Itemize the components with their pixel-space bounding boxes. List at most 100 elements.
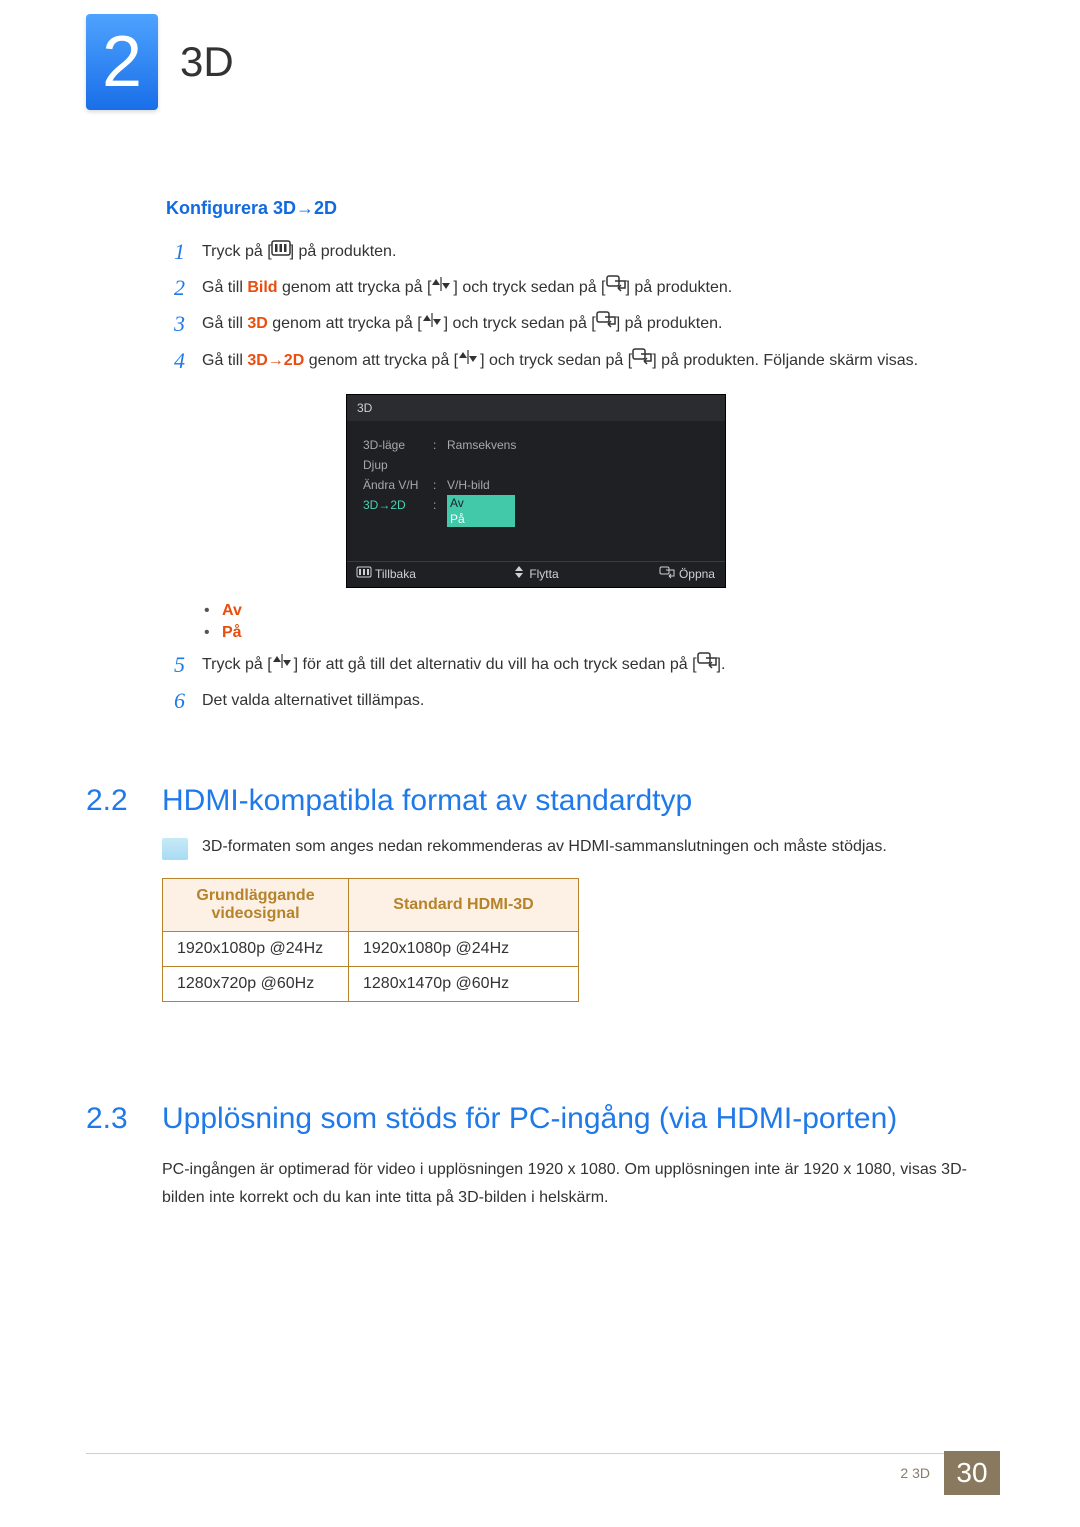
text: ] och tryck sedan på [	[480, 352, 632, 369]
osd-label: Djup	[363, 455, 433, 475]
step-5: 5 Tryck på [ ] för att gå till det altern…	[174, 652, 986, 678]
bold-text: Bild	[247, 279, 277, 296]
osd-footer-open: Öppna	[596, 567, 715, 582]
step-number: 2	[174, 275, 202, 301]
step-body: Gå till Bild genom att trycka på [ ] och …	[202, 275, 732, 301]
text: ] på produkten.	[290, 243, 397, 260]
bullet-item: •På	[204, 624, 986, 642]
table-header: Grundläggande videosignal	[163, 879, 349, 932]
osd-row: 3D→2D: Av På	[363, 495, 709, 527]
osd-body: 3D-läge:Ramsekvens Djup Ändra V/H:V/H-bi…	[347, 421, 725, 561]
text: Tryck på [	[202, 656, 272, 673]
text: ] och tryck sedan på [	[453, 279, 605, 296]
bullet-dot: •	[204, 602, 222, 620]
enter-icon	[632, 347, 652, 373]
osd-title: 3D	[347, 395, 725, 421]
text: Tryck på [	[202, 243, 272, 260]
section-number: 2.2	[86, 784, 162, 818]
up-down-arrows-icon	[431, 274, 453, 300]
text: ].	[717, 656, 726, 673]
osd-value: Ramsekvens	[447, 435, 516, 455]
osd-footer-move: Flytta	[476, 567, 595, 582]
osd-row: Ändra V/H:V/H-bild	[363, 475, 709, 495]
table-cell: 1280x720p @60Hz	[163, 967, 349, 1002]
enter-icon	[697, 651, 717, 677]
step-6: 6 Det valda alternativet tillämpas.	[174, 688, 986, 714]
text: Gå till	[202, 352, 247, 369]
text: ] på produkten.	[626, 279, 733, 296]
bold-text: 3D→2D	[247, 352, 304, 369]
chapter-header: 2 3D	[86, 14, 234, 110]
subheading: Konfigurera 3D→2D	[166, 198, 986, 219]
text: genom att trycka på [	[278, 279, 432, 296]
up-down-arrows-icon	[422, 310, 444, 336]
text: ] på produkten. Följande skärm visas.	[652, 352, 918, 369]
page-number: 30	[944, 1451, 1000, 1495]
table-cell: 1920x1080p @24Hz	[349, 932, 579, 967]
osd-screenshot: 3D 3D-läge:Ramsekvens Djup Ändra V/H:V/H…	[346, 394, 726, 588]
up-down-arrows-icon	[272, 651, 294, 677]
step-2: 2 Gå till Bild genom att trycka på [ ] oc…	[174, 275, 986, 301]
osd-label: Ändra V/H	[363, 475, 433, 495]
section-heading-2-2: 2.2 HDMI-kompatibla format av standardty…	[86, 784, 986, 818]
section-title: Upplösning som stöds för PC-ingång (via …	[162, 1102, 897, 1136]
step-number: 4	[174, 348, 202, 374]
step-body: Tryck på [ ] på produkten.	[202, 239, 396, 265]
up-down-arrows-icon	[458, 347, 480, 373]
table-cell: 1920x1080p @24Hz	[163, 932, 349, 967]
step-3: 3 Gå till 3D genom att trycka på [ ] och …	[174, 311, 986, 337]
bullet-label: På	[222, 624, 242, 642]
page: 2 3D Konfigurera 3D→2D 1 Tryck på [] på …	[0, 0, 1080, 1527]
bullet-label: Av	[222, 602, 242, 620]
text: ] för att gå till det alternativ du vill…	[294, 656, 697, 673]
updown-icon	[513, 566, 525, 581]
osd-footer: Tillbaka Flytta Öppna	[347, 561, 725, 587]
menu-icon	[272, 238, 290, 264]
osd-option-selected: Av	[447, 495, 515, 511]
step-body: Tryck på [ ] för att gå till det alternat…	[202, 652, 725, 678]
text: ] på produkten.	[616, 316, 723, 333]
osd-footer-back: Tillbaka	[357, 567, 476, 582]
hdmi-format-table: Grundläggande videosignal Standard HDMI-…	[162, 878, 579, 1002]
bold-text: 3D	[247, 316, 267, 333]
section-title: HDMI-kompatibla format av standardtyp	[162, 784, 692, 818]
enter-icon	[659, 566, 675, 581]
text: genom att trycka på [	[268, 316, 422, 333]
enter-icon	[596, 310, 616, 336]
text: Gå till	[202, 279, 247, 296]
text: ] och tryck sedan på [	[444, 316, 596, 333]
step-4: 4 Gå till 3D→2D genom att trycka på [ ] o…	[174, 348, 986, 374]
text: Det valda alternativet tillämpas.	[202, 692, 424, 709]
section-heading-2-3: 2.3 Upplösning som stöds för PC-ingång (…	[86, 1102, 986, 1136]
osd-option: På	[447, 511, 515, 527]
chapter-number-badge: 2	[86, 14, 158, 110]
step-number: 3	[174, 311, 202, 337]
step-body: Det valda alternativet tillämpas.	[202, 688, 424, 714]
osd-label-active: 3D→2D	[363, 495, 433, 527]
note-block: 3D-formaten som anges nedan rekommendera…	[162, 838, 986, 860]
note-icon	[162, 838, 188, 860]
osd-label: 3D-läge	[363, 435, 433, 455]
chapter-title: 3D	[180, 38, 234, 86]
page-content: Konfigurera 3D→2D 1 Tryck på [] på produ…	[86, 180, 986, 1230]
footer-divider	[86, 1453, 960, 1454]
page-footer: 2 3D 30	[86, 1453, 1080, 1503]
text: Gå till	[202, 316, 247, 333]
footer-section-label: 2 3D	[900, 1465, 930, 1481]
table-row: 1920x1080p @24Hz 1920x1080p @24Hz	[163, 932, 579, 967]
osd-options: Av På	[447, 495, 515, 527]
paragraph: PC-ingången är optimerad för video i upp…	[162, 1156, 986, 1212]
step-body: Gå till 3D genom att trycka på [ ] och tr…	[202, 311, 722, 337]
enter-icon	[606, 274, 626, 300]
bullet-dot: •	[204, 624, 222, 642]
osd-row: Djup	[363, 455, 709, 475]
text: genom att trycka på [	[304, 352, 458, 369]
note-text: 3D-formaten som anges nedan rekommendera…	[202, 838, 887, 856]
menu-icon	[357, 566, 371, 580]
table-header: Standard HDMI-3D	[349, 879, 579, 932]
bullet-item: •Av	[204, 602, 986, 620]
step-number: 5	[174, 652, 202, 678]
table-cell: 1280x1470p @60Hz	[349, 967, 579, 1002]
osd-row: 3D-läge:Ramsekvens	[363, 435, 709, 455]
table-row: 1280x720p @60Hz 1280x1470p @60Hz	[163, 967, 579, 1002]
